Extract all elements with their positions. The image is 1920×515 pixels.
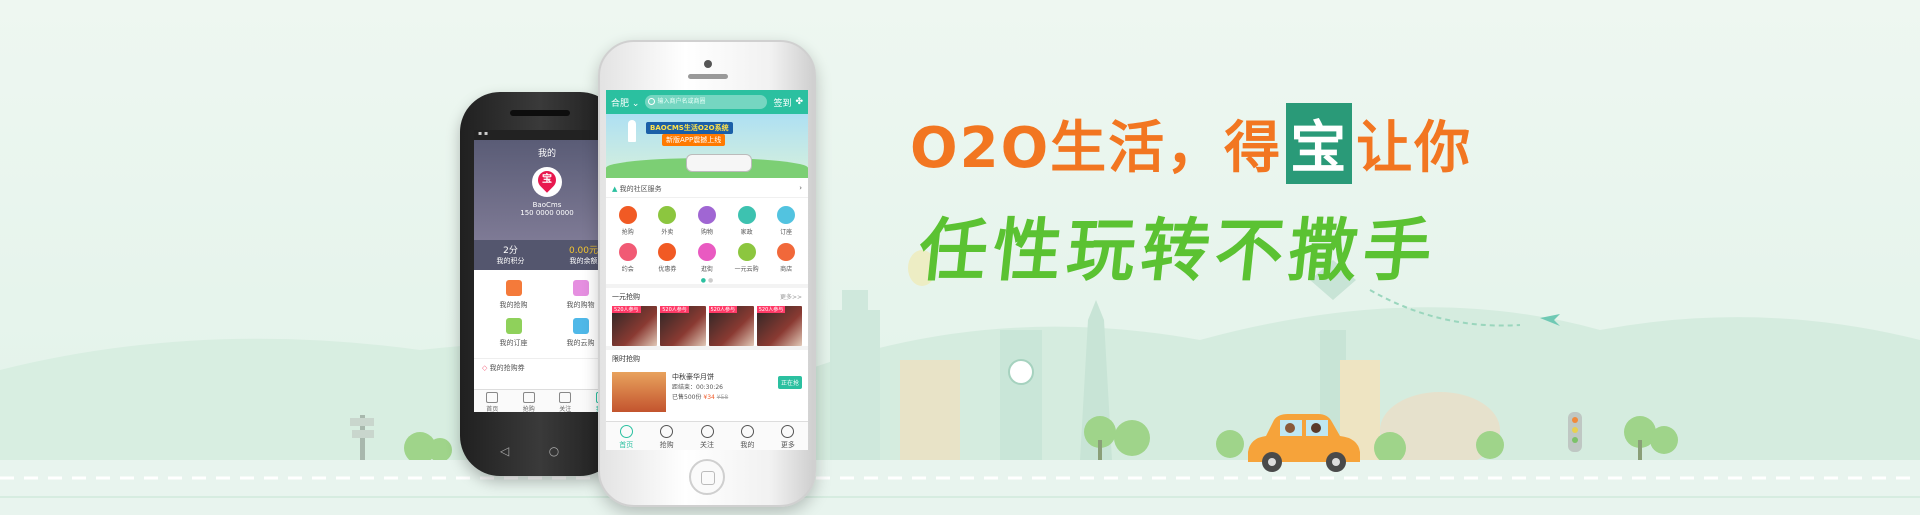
- service-dating[interactable]: 约会: [608, 243, 648, 273]
- slogan-line-1: O2O生活，得宝让你: [910, 102, 1472, 184]
- tab-follow[interactable]: 关注: [687, 422, 727, 450]
- flash-sale-header: 限时抢购: [606, 346, 808, 368]
- signin-button[interactable]: 签到: [773, 96, 791, 109]
- promo-banner: ▪ ▪ 我的 宝 BaoCms 150 0000 0000 2分 我的积分 0.0…: [0, 0, 1920, 515]
- service-takeout[interactable]: 外卖: [648, 206, 688, 236]
- back-button[interactable]: ◁: [500, 444, 509, 458]
- android-nav-bar: ◁ ○ □: [500, 444, 610, 458]
- iphone-screen: 合肥 ⌄ 输入商户名或商圈 签到 ✤ BAOCMS生活O2O系统 新版APP震撼…: [606, 90, 808, 450]
- city-selector[interactable]: 合肥 ⌄: [611, 96, 639, 109]
- community-service-row[interactable]: ▲ 我的社区服务 ›: [606, 178, 808, 198]
- clock-icon: [522, 392, 535, 403]
- speaker: [688, 74, 728, 79]
- hero-subtitle: 新版APP震撼上线: [662, 134, 726, 146]
- seat-icon: [505, 318, 522, 334]
- chevron-right-icon: ›: [799, 184, 802, 192]
- deal-card[interactable]: 520人参与: [708, 306, 754, 346]
- ticket-icon: [658, 243, 677, 261]
- service-shopping[interactable]: 购物: [687, 206, 727, 236]
- flash-sale-item[interactable]: 中秋豪华月饼 距结束：00:30:26 已售500份 ¥34 ¥58 正在抢: [606, 368, 808, 416]
- buy-now-badge[interactable]: 正在抢: [777, 376, 802, 389]
- service-group-buy[interactable]: 抢购: [608, 206, 648, 236]
- product-name: 中秋豪华月饼: [672, 373, 714, 381]
- home-icon: [619, 425, 633, 438]
- train-graphic: [686, 154, 752, 172]
- product-image: [612, 372, 666, 412]
- menu-my-group-buy[interactable]: 我的抢购: [480, 280, 547, 310]
- service-seat[interactable]: 订座: [766, 206, 806, 236]
- more-link[interactable]: 更多>>: [780, 292, 802, 302]
- tab-mine[interactable]: 我的: [727, 422, 767, 450]
- slogan-line-2: 任性玩转不撒手: [915, 212, 1442, 291]
- clover-icon[interactable]: ✤: [795, 97, 803, 107]
- tab-group-buy[interactable]: 抢购: [511, 390, 548, 412]
- cart-icon: [572, 280, 589, 296]
- hero-banner[interactable]: BAOCMS生活O2O系统 新版APP震撼上线: [606, 114, 808, 178]
- section-title: 一元抢购: [612, 293, 640, 301]
- home-icon: [486, 392, 499, 403]
- seat-icon: [777, 206, 796, 224]
- deal-list: 520人参与 520人参与 520人参与 520人参与: [606, 306, 808, 346]
- product-info: 中秋豪华月饼 距结束：00:30:26 已售500份 ¥34 ¥58: [672, 372, 772, 403]
- heart-icon: [559, 392, 572, 403]
- service-housekeeping[interactable]: 家政: [727, 206, 767, 236]
- shopping-bag-icon: [505, 280, 522, 296]
- deal-card[interactable]: 520人参与: [660, 306, 706, 346]
- price: ¥34: [703, 394, 715, 401]
- group-buy-header: 一元抢购 更多>>: [606, 284, 808, 306]
- deal-card[interactable]: 520人参与: [612, 306, 658, 346]
- service-stroll[interactable]: 逛街: [687, 243, 727, 273]
- deal-card[interactable]: 520人参与: [756, 306, 802, 346]
- hero-title: BAOCMS生活O2O系统: [646, 122, 733, 134]
- logo-pin-icon: 宝: [534, 167, 560, 193]
- avatar[interactable]: 宝: [532, 167, 562, 197]
- chat-icon: [618, 243, 637, 261]
- home-button[interactable]: ○: [549, 444, 559, 458]
- store-icon: [777, 243, 796, 261]
- tab-follow[interactable]: 关注: [547, 390, 584, 412]
- page-dots: ● ●: [700, 277, 714, 284]
- slogan-highlight: 宝: [1286, 102, 1353, 184]
- camera: [704, 60, 712, 68]
- service-coupon[interactable]: 优惠券: [648, 243, 688, 273]
- takeout-icon: [658, 206, 677, 224]
- original-price: ¥58: [716, 394, 729, 401]
- android-phone: ▪ ▪ 我的 宝 BaoCms 150 0000 0000 2分 我的积分 0.0…: [460, 92, 620, 476]
- service-store[interactable]: 商店: [766, 243, 806, 273]
- car-illustration: [1248, 414, 1360, 472]
- tab-home[interactable]: 首页: [606, 422, 646, 450]
- speaker: [510, 110, 570, 116]
- broom-icon: [737, 206, 756, 224]
- user-icon: [740, 425, 754, 438]
- app-header: 合肥 ⌄ 输入商户名或商圈 签到 ✤: [606, 90, 808, 114]
- tab-home[interactable]: 首页: [474, 390, 511, 412]
- chevron-down-icon: ⌄: [631, 98, 640, 109]
- search-input[interactable]: 输入商户名或商圈: [645, 95, 768, 109]
- iphone: 合肥 ⌄ 输入商户名或商圈 签到 ✤ BAOCMS生活O2O系统 新版APP震撼…: [598, 40, 816, 507]
- clock-icon: [660, 425, 674, 438]
- heart-icon: [700, 425, 714, 438]
- fork-knife-icon: [618, 206, 637, 224]
- home-button[interactable]: [689, 459, 725, 495]
- rocket-icon: [628, 120, 636, 142]
- tab-more[interactable]: 更多: [768, 422, 808, 450]
- menu-my-seat[interactable]: 我的订座: [480, 318, 547, 348]
- countdown: 距结束：00:30:26: [672, 384, 723, 391]
- service-grid: 抢购 外卖 购物 家政 订座 约会 优惠券 逛街 一元云购 商店: [606, 198, 808, 277]
- flower-icon: [697, 243, 716, 261]
- community-icon: ▲: [612, 185, 620, 193]
- sold-count: 已售500份: [672, 394, 702, 401]
- cloud-icon: [572, 318, 589, 334]
- one-icon: [737, 243, 756, 261]
- bag-icon: [697, 206, 716, 224]
- service-one-yuan[interactable]: 一元云购: [727, 243, 767, 273]
- section-title: 限时抢购: [612, 355, 640, 363]
- points-stat[interactable]: 2分 我的积分: [474, 240, 547, 270]
- more-icon: [781, 425, 795, 438]
- iphone-tab-bar: 首页 抢购 关注 我的 更多: [606, 421, 808, 450]
- tab-group-buy[interactable]: 抢购: [646, 422, 686, 450]
- tag-icon: ◇: [482, 364, 490, 372]
